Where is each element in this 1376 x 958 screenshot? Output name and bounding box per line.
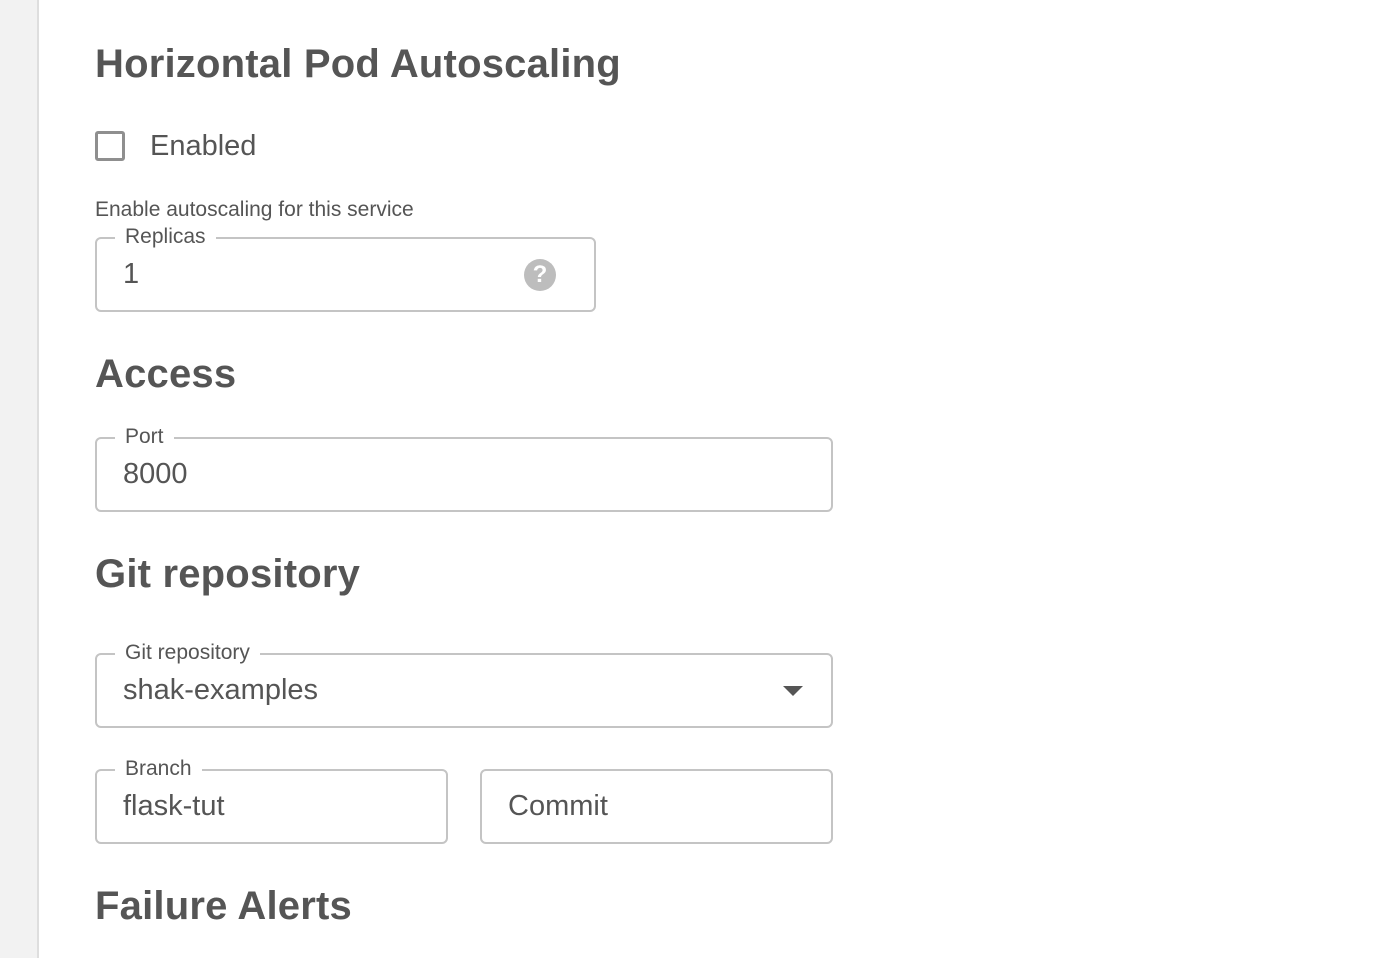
git-repository-select[interactable]: Git repository [95,639,833,728]
port-field[interactable]: Port [95,423,833,512]
port-input[interactable] [123,439,747,510]
failure-alerts-section-title: Failure Alerts [95,884,352,928]
replicas-input[interactable] [123,239,510,310]
service-settings-form: Horizontal Pod Autoscaling Enabled Enabl… [95,0,855,958]
hpa-helper-text: Enable autoscaling for this service [95,198,414,221]
chevron-down-icon[interactable] [783,686,803,696]
hpa-section-title: Horizontal Pod Autoscaling [95,42,621,86]
access-section-title: Access [95,352,237,396]
commit-field[interactable] [480,769,833,844]
git-section-title: Git repository [95,552,361,596]
replicas-field[interactable]: Replicas ? [95,223,596,312]
branch-input[interactable] [123,771,432,842]
hpa-enabled-checkbox-row[interactable]: Enabled [95,128,256,164]
help-icon[interactable]: ? [524,259,556,291]
commit-input[interactable] [508,771,817,842]
hpa-enabled-label[interactable]: Enabled [150,130,256,163]
left-rail [0,0,39,958]
git-repository-value[interactable] [123,655,747,726]
branch-field[interactable]: Branch [95,755,448,844]
hpa-enabled-checkbox[interactable] [95,131,125,161]
